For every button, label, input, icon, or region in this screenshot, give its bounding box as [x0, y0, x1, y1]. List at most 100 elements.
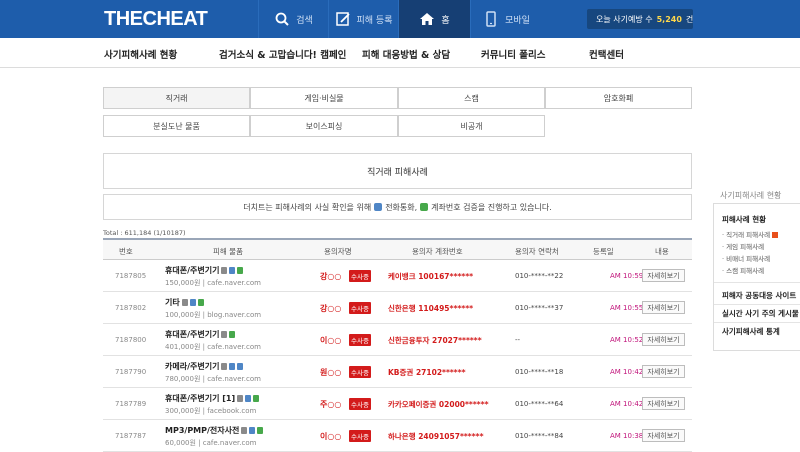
subnav-contact-center[interactable]: 컨택센터: [589, 47, 624, 61]
damage-item[interactable]: 휴대폰/주변기기 [1]: [165, 393, 260, 404]
phone-icon: [189, 299, 196, 306]
table-row[interactable]: 7187800 휴대폰/주변기기 401,000원 | cafe.naver.com…: [103, 324, 692, 356]
page-title: 직거래 피해사례: [103, 153, 692, 189]
subnav-response-guide[interactable]: 피해 대응방법 & 상담: [362, 47, 450, 61]
document-icon: [221, 331, 228, 338]
notice-text: 더치트는 피해사례의 사실 확인을 위해: [243, 202, 372, 212]
phone-icon: [245, 395, 252, 402]
detail-button[interactable]: 자세히보기: [642, 269, 685, 282]
check-icon: [257, 427, 264, 434]
case-number: 7187800: [115, 336, 147, 344]
side-heading: 사기피해사례 현황: [720, 191, 782, 200]
table-row[interactable]: 7187805 휴대폰/주변기기 150,000원 | cafe.naver.com…: [103, 260, 692, 292]
side-item-scam[interactable]: · 스캠 피해사례: [722, 265, 764, 275]
investigating-badge: 수사중: [349, 430, 371, 442]
suspect-name: 주○○: [320, 400, 342, 409]
detail-button[interactable]: 자세히보기: [642, 397, 685, 410]
table-row[interactable]: 7187789 휴대폰/주변기기 [1] 300,000원 | facebook.c…: [103, 388, 692, 420]
investigating-badge: 수사중: [349, 398, 371, 410]
damage-item[interactable]: 휴대폰/주변기기: [165, 329, 236, 340]
suspect-account: 신한은행 110495******: [388, 304, 474, 313]
side-link-statistics[interactable]: 사기피해사례 통계: [722, 326, 780, 337]
side-item-game[interactable]: · 게임 피해사례: [722, 241, 764, 251]
sub-navigation: 사기피해사례 현황 검거소식 & 고맙습니다! 캠페인 피해 대응방법 & 상담…: [0, 38, 800, 68]
check-icon: [253, 395, 260, 402]
case-number: 7187802: [115, 304, 147, 312]
nav-mobile[interactable]: 모바일: [470, 0, 542, 38]
top-navigation-bar: THECHEAT 검색 피해 등록 홈 모바일 오늘 사기예방 수 5,240 …: [0, 0, 800, 38]
suspect-phone: 010-****-**18: [515, 368, 564, 376]
case-number: 7187790: [115, 368, 147, 376]
document-icon: [241, 427, 248, 434]
investigating-badge: 수사중: [349, 302, 371, 314]
side-divider: [714, 282, 800, 283]
tab-game[interactable]: 게임·비실물: [250, 87, 398, 109]
damage-item[interactable]: 휴대폰/주변기기: [165, 265, 244, 276]
tab-private[interactable]: 비공개: [398, 115, 545, 137]
suspect-phone: 010-****-**22: [515, 272, 564, 280]
fraud-case-table: 번호 피해 물품 용의자명 용의자 계좌번호 용의자 연락처 등록일 내용 71…: [103, 238, 692, 452]
today-prevention-counter[interactable]: 오늘 사기예방 수 5,240 건: [587, 9, 693, 29]
search-icon: [275, 12, 289, 26]
side-item-manner[interactable]: · 비매너 피해사례: [722, 253, 770, 263]
header-suspect-name: 용의자명: [324, 247, 352, 256]
document-icon: [221, 267, 228, 274]
site-logo[interactable]: THECHEAT: [104, 6, 208, 32]
table-row[interactable]: 7187802 기타 100,000원 | blog.naver.com 강○○ 수사중…: [103, 292, 692, 324]
side-link-realtime[interactable]: 실시간 사기 주의 게시물: [722, 308, 799, 319]
nav-home[interactable]: 홈: [398, 0, 470, 38]
side-link-joint-response[interactable]: 피해자 공동대응 사이트: [722, 290, 796, 301]
phone-icon: [229, 363, 236, 370]
header-account: 용의자 계좌번호: [412, 247, 463, 256]
document-icon: [221, 363, 228, 370]
new-badge-icon: [772, 232, 779, 238]
today-label: 오늘 사기예방 수: [596, 14, 653, 24]
tab-crypto[interactable]: 암호화폐: [545, 87, 692, 109]
phone-icon: [237, 363, 244, 370]
table-row[interactable]: 7187787 MP3/PMP/전자사전 60,000원 | cafe.naver.…: [103, 420, 692, 452]
suspect-account: 케이뱅크 100167******: [388, 272, 474, 281]
side-item-direct[interactable]: · 직거래 피해사례: [722, 229, 779, 239]
suspect-phone: --: [515, 336, 521, 344]
notice-account: 계좌번호 검증을 진행하고 있습니다.: [431, 202, 552, 212]
table-header: 번호 피해 물품 용의자명 용의자 계좌번호 용의자 연락처 등록일 내용: [103, 238, 692, 260]
tab-direct-trade[interactable]: 직거래: [103, 87, 250, 109]
table-row[interactable]: 7187790 카메라/주변기기 780,000원 | cafe.naver.com…: [103, 356, 692, 388]
suspect-name: 강○○: [320, 304, 342, 313]
side-divider: [714, 304, 800, 305]
phone-icon: [229, 267, 236, 274]
subnav-community-police[interactable]: 커뮤니티 폴리스: [481, 47, 546, 61]
home-icon: [420, 13, 435, 25]
tab-scam[interactable]: 스캠: [398, 87, 545, 109]
suspect-account: 신한금융투자 27027******: [388, 336, 482, 345]
check-icon: [420, 203, 429, 211]
detail-button[interactable]: 자세히보기: [642, 301, 685, 314]
side-section-title[interactable]: 피해사례 현황: [722, 214, 766, 225]
tab-voice-phishing[interactable]: 보이스피싱: [250, 115, 398, 137]
phone-icon: [249, 427, 256, 434]
nav-register[interactable]: 피해 등록: [328, 0, 398, 38]
header-item: 피해 물품: [213, 247, 243, 256]
damage-item[interactable]: 카메라/주변기기: [165, 361, 244, 372]
suspect-phone: 010-****-**37: [515, 304, 564, 312]
header-phone: 용의자 연락처: [515, 247, 559, 256]
subnav-fraud-status[interactable]: 사기피해사례 현황: [104, 47, 177, 61]
damage-item[interactable]: 기타: [165, 297, 204, 308]
check-icon: [237, 267, 244, 274]
edit-icon: [335, 12, 350, 26]
investigating-badge: 수사중: [349, 334, 371, 346]
subnav-arrest-news[interactable]: 검거소식 & 고맙습니다! 캠페인: [219, 47, 346, 61]
phone-icon: [374, 203, 383, 211]
damage-item[interactable]: MP3/PMP/전자사전: [165, 425, 264, 436]
detail-button[interactable]: 자세히보기: [642, 429, 685, 442]
damage-amount-source: 780,000원 | cafe.naver.com: [165, 375, 261, 383]
tab-lost-stolen[interactable]: 분실도난 물품: [103, 115, 250, 137]
header-content: 내용: [655, 247, 669, 256]
nav-search[interactable]: 검색: [258, 0, 328, 38]
detail-button[interactable]: 자세히보기: [642, 365, 685, 378]
total-count: Total : 611,184 (1/10187): [103, 229, 186, 237]
today-count: 5,240: [656, 14, 682, 24]
case-number: 7187789: [115, 400, 147, 408]
suspect-name: 강○○: [320, 272, 342, 281]
detail-button[interactable]: 자세히보기: [642, 333, 685, 346]
